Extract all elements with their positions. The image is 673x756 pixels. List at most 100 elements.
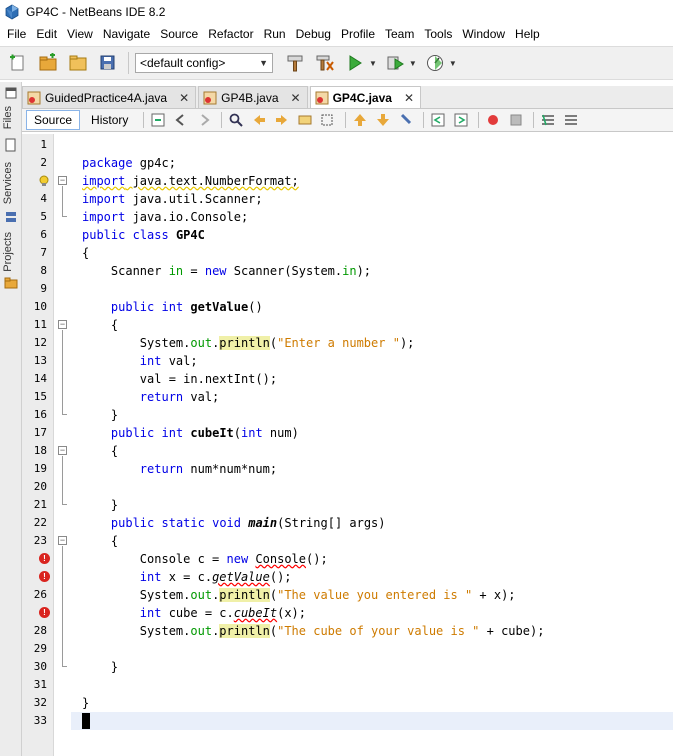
debug-dropdown-icon[interactable]: ▼: [409, 59, 417, 68]
code-line[interactable]: }: [71, 496, 673, 514]
error-icon[interactable]: !: [39, 571, 50, 582]
code-line[interactable]: import java.util.Scanner;: [71, 190, 673, 208]
services-icon[interactable]: [4, 210, 18, 224]
toggle-highlight-button[interactable]: [295, 111, 315, 129]
error-icon[interactable]: !: [39, 607, 50, 618]
lightbulb-hint-icon[interactable]: [38, 175, 50, 187]
code-line[interactable]: int val;: [71, 352, 673, 370]
open-project-button[interactable]: [66, 51, 90, 75]
find-next-button[interactable]: [272, 111, 292, 129]
new-file-button[interactable]: [6, 51, 30, 75]
profile-dropdown-icon[interactable]: ▼: [449, 59, 457, 68]
code-line[interactable]: package gp4c;: [71, 154, 673, 172]
code-line[interactable]: }: [71, 658, 673, 676]
toggle-bookmark-button[interactable]: [396, 111, 416, 129]
menu-view[interactable]: View: [62, 24, 98, 44]
code-line[interactable]: val = in.nextInt();: [71, 370, 673, 388]
code-line[interactable]: import java.io.Console;: [71, 208, 673, 226]
menu-tools[interactable]: Tools: [419, 24, 457, 44]
code-editor[interactable]: package gp4c; import java.text.NumberForm…: [71, 134, 673, 756]
menu-window[interactable]: Window: [457, 24, 510, 44]
files-icon[interactable]: [4, 138, 18, 152]
code-line[interactable]: [71, 640, 673, 658]
code-line[interactable]: return val;: [71, 388, 673, 406]
menu-profile[interactable]: Profile: [336, 24, 380, 44]
clean-build-button[interactable]: [313, 51, 337, 75]
run-dropdown-icon[interactable]: ▼: [369, 59, 377, 68]
code-line[interactable]: [71, 478, 673, 496]
previous-bookmark-button[interactable]: [350, 111, 370, 129]
code-line[interactable]: import java.text.NumberFormat;: [71, 172, 673, 190]
fold-toggle[interactable]: −: [58, 320, 67, 329]
close-icon[interactable]: ✕: [404, 91, 414, 105]
shift-left-button[interactable]: [428, 111, 448, 129]
code-line[interactable]: int x = c.getValue();: [71, 568, 673, 586]
toggle-rect-selection-button[interactable]: [318, 111, 338, 129]
profile-button[interactable]: [423, 51, 447, 75]
code-line[interactable]: public class GP4C: [71, 226, 673, 244]
code-line[interactable]: [71, 280, 673, 298]
menu-file[interactable]: File: [2, 24, 31, 44]
code-line[interactable]: public int getValue(): [71, 298, 673, 316]
code-line[interactable]: {: [71, 244, 673, 262]
new-project-button[interactable]: [36, 51, 60, 75]
code-line[interactable]: }: [71, 694, 673, 712]
save-all-button[interactable]: [96, 51, 120, 75]
code-line[interactable]: Scanner in = new Scanner(System.in);: [71, 262, 673, 280]
comment-button[interactable]: [538, 111, 558, 129]
code-line[interactable]: public int cubeIt(int num): [71, 424, 673, 442]
code-line[interactable]: {: [71, 316, 673, 334]
fold-toggle[interactable]: −: [58, 536, 67, 545]
run-button[interactable]: [343, 51, 367, 75]
last-edit-button[interactable]: [148, 111, 168, 129]
stop-macro-button[interactable]: [506, 111, 526, 129]
menu-navigate[interactable]: Navigate: [98, 24, 155, 44]
fold-toggle[interactable]: −: [58, 446, 67, 455]
code-line[interactable]: System.out.println("The cube of your val…: [71, 622, 673, 640]
close-icon[interactable]: ✕: [291, 91, 301, 105]
code-line[interactable]: return num*num*num;: [71, 460, 673, 478]
build-button[interactable]: [283, 51, 307, 75]
code-line[interactable]: System.out.println("Enter a number ");: [71, 334, 673, 352]
history-view-tab[interactable]: History: [84, 110, 135, 130]
code-line[interactable]: {: [71, 532, 673, 550]
next-bookmark-button[interactable]: [373, 111, 393, 129]
projects-icon[interactable]: [4, 276, 18, 290]
menu-help[interactable]: Help: [510, 24, 545, 44]
tab-guidedpractice4a[interactable]: GuidedPractice4A.java ✕: [22, 86, 197, 108]
menu-team[interactable]: Team: [380, 24, 419, 44]
find-button[interactable]: [226, 111, 246, 129]
close-icon[interactable]: ✕: [179, 91, 189, 105]
back-button[interactable]: [171, 111, 191, 129]
code-line[interactable]: public static void main(String[] args): [71, 514, 673, 532]
start-macro-button[interactable]: [483, 111, 503, 129]
code-line[interactable]: [71, 136, 673, 154]
menu-debug[interactable]: Debug: [291, 24, 336, 44]
code-line[interactable]: [71, 676, 673, 694]
code-line[interactable]: Console c = new Console();: [71, 550, 673, 568]
forward-button[interactable]: [194, 111, 214, 129]
code-line[interactable]: {: [71, 442, 673, 460]
shift-right-button[interactable]: [451, 111, 471, 129]
tab-gp4c[interactable]: GP4C.java ✕: [309, 86, 422, 108]
projects-panel-tab[interactable]: Projects: [2, 232, 14, 272]
debug-button[interactable]: [383, 51, 407, 75]
source-view-tab[interactable]: Source: [26, 110, 81, 130]
menu-run[interactable]: Run: [259, 24, 291, 44]
tab-gp4b[interactable]: GP4B.java ✕: [198, 86, 308, 108]
menu-refactor[interactable]: Refactor: [203, 24, 258, 44]
files-panel-tab[interactable]: Files: [2, 106, 14, 129]
error-icon[interactable]: !: [39, 553, 50, 564]
code-line[interactable]: int cube = c.cubeIt(x);: [71, 604, 673, 622]
uncomment-button[interactable]: [561, 111, 581, 129]
code-line[interactable]: [71, 712, 673, 730]
code-line[interactable]: }: [71, 406, 673, 424]
config-select[interactable]: <default config> ▼: [135, 53, 273, 73]
menu-source[interactable]: Source: [155, 24, 203, 44]
fold-toggle[interactable]: −: [58, 176, 67, 185]
find-previous-button[interactable]: [249, 111, 269, 129]
menu-edit[interactable]: Edit: [31, 24, 62, 44]
restore-panels-icon[interactable]: [4, 86, 18, 100]
services-panel-tab[interactable]: Services: [2, 162, 14, 204]
code-line[interactable]: System.out.println("The value you entere…: [71, 586, 673, 604]
